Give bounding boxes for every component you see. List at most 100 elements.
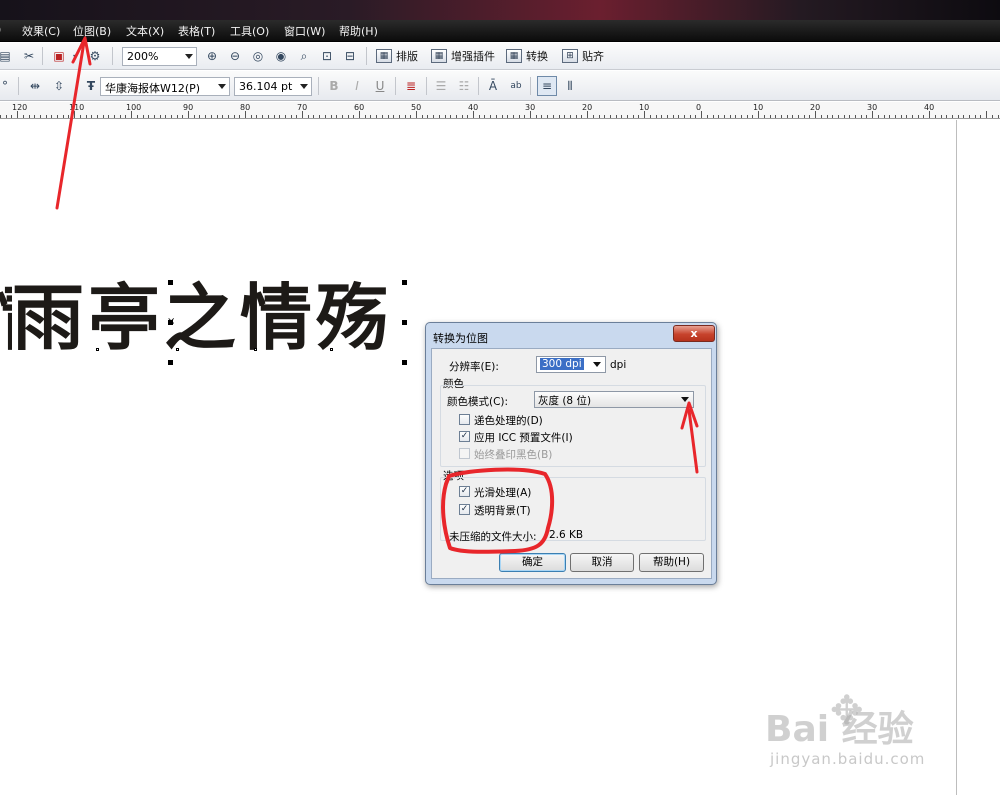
menu-text[interactable]: 文本(X)	[126, 23, 164, 39]
ruler-tick	[576, 115, 577, 118]
selection-handle[interactable]	[402, 360, 407, 365]
art-text-fragment: 情	[0, 278, 12, 358]
ruler-tick	[108, 115, 109, 118]
horizontal-ruler[interactable]: 120 110 100 90 80 70 60 50 40 30 20 10 0 10 20 30 40	[0, 102, 1000, 119]
ruler-tick	[986, 111, 987, 118]
menu-fragment[interactable]: )	[0, 23, 1, 36]
artistic-text-object[interactable]: 情雨亭之情殇	[0, 278, 392, 358]
selection-handle[interactable]	[168, 360, 173, 365]
anti-aliasing-checkbox[interactable]: ✓	[459, 486, 470, 497]
ruler-tick	[245, 111, 246, 118]
ruler-tick	[513, 115, 514, 118]
page-border	[956, 120, 957, 795]
menu-bitmaps[interactable]: 位图(B)	[73, 23, 111, 39]
selection-handle[interactable]	[168, 280, 173, 285]
title-strip	[0, 0, 1000, 20]
character-node[interactable]	[176, 348, 179, 351]
ruler-tick	[616, 115, 617, 118]
character-node[interactable]	[254, 348, 257, 351]
menu-window[interactable]: 窗口(W)	[284, 23, 325, 39]
ruler-tick	[884, 115, 885, 118]
ruler-tick	[165, 115, 166, 118]
help-button[interactable]: 帮助(H)	[639, 553, 704, 572]
character-node[interactable]	[330, 348, 333, 351]
ok-button[interactable]: 确定	[499, 553, 566, 572]
ruler-tick	[313, 115, 314, 118]
menu-tools[interactable]: 工具(O)	[230, 23, 269, 39]
vertical-text-icon[interactable]: ⦀	[561, 77, 579, 95]
convert-button[interactable]: ▦ 转换	[506, 46, 548, 66]
cancel-button[interactable]: 取消	[570, 553, 634, 572]
ruler-tick	[718, 115, 719, 118]
ruler-tick	[656, 115, 657, 118]
toolbar-separator	[395, 77, 396, 95]
zoom-selected-icon[interactable]: ◎	[249, 47, 267, 65]
resolution-combo[interactable]: 300 dpi	[536, 356, 606, 373]
menu-help[interactable]: 帮助(H)	[339, 23, 378, 39]
zoom-all-icon[interactable]: ◉	[272, 47, 290, 65]
plugin-icon: ▦	[431, 49, 447, 63]
selection-handle[interactable]	[402, 320, 407, 325]
color-mode-value: 灰度 (8 位)	[538, 395, 592, 407]
zoom-in-icon[interactable]: ⊕	[203, 47, 221, 65]
ruler-tick	[331, 115, 332, 118]
zoom-page-icon[interactable]: ⌕	[295, 47, 313, 65]
welcome-icon[interactable]: ⚙	[86, 47, 104, 65]
ruler-tick	[895, 115, 896, 118]
dithered-checkbox[interactable]	[459, 414, 470, 425]
mirror-vertical-icon[interactable]: ⇳	[50, 77, 68, 95]
ruler-tick	[707, 115, 708, 118]
ruler-tick	[633, 115, 634, 118]
snap-button[interactable]: ⊞ 贴齐	[562, 46, 604, 66]
color-mode-combo[interactable]: 灰度 (8 位)	[534, 391, 694, 408]
zoom-level-combo[interactable]: 200%	[122, 47, 197, 66]
drop-cap-icon[interactable]: ☷	[455, 77, 473, 95]
zoom-out-icon[interactable]: ⊖	[226, 47, 244, 65]
launcher-dropdown-icon[interactable]: ▾	[66, 47, 84, 65]
font-name-combo[interactable]: 华康海报体W12(P)	[100, 77, 230, 96]
bullet-list-icon[interactable]: ☰	[432, 77, 450, 95]
selection-handle[interactable]	[402, 280, 407, 285]
ruler-tick	[599, 115, 600, 118]
character-node[interactable]	[96, 348, 99, 351]
angle-icon[interactable]: °	[0, 77, 14, 95]
ruler-tick	[239, 115, 240, 118]
ruler-tick	[730, 115, 731, 118]
edit-text-icon[interactable]: ab	[507, 77, 525, 95]
zoom-width-icon[interactable]: ⊡	[318, 47, 336, 65]
cut-icon[interactable]: ✂	[20, 47, 38, 65]
ruler-tick	[861, 115, 862, 118]
dialog-body: 分辨率(E): 300 dpi dpi 颜色 颜色模式(C): 灰度 (8 位)…	[431, 348, 712, 579]
plugins-button[interactable]: ▦ 增强插件	[431, 46, 495, 66]
text-properties-icon[interactable]: Ā	[484, 77, 502, 95]
ruler-tick	[393, 115, 394, 118]
print-icon[interactable]: ▤	[0, 47, 14, 65]
text-align-icon[interactable]: ≣	[402, 77, 420, 95]
font-size-combo[interactable]: 36.104 pt	[234, 77, 312, 96]
menu-effects[interactable]: 效果(C)	[22, 23, 60, 39]
ruler-tick	[251, 115, 252, 118]
italic-icon[interactable]: I	[348, 77, 366, 95]
ruler-tick	[353, 115, 354, 118]
menu-table[interactable]: 表格(T)	[178, 23, 215, 39]
ruler-tick	[941, 115, 942, 118]
baidu-paw-icon: ✥	[830, 688, 864, 734]
underline-icon[interactable]: U	[371, 77, 389, 95]
mirror-horizontal-icon[interactable]: ⇹	[26, 77, 44, 95]
resolution-label: 分辨率(E):	[449, 361, 499, 373]
ruler-tick	[382, 115, 383, 118]
apply-icc-checkbox[interactable]: ✓	[459, 431, 470, 442]
layout-button[interactable]: ▦ 排版	[376, 46, 418, 66]
rotation-center-icon[interactable]: ×	[167, 316, 175, 327]
transparent-background-checkbox[interactable]: ✓	[459, 504, 470, 515]
zoom-height-icon[interactable]: ⊟	[341, 47, 359, 65]
ruler-tick	[388, 115, 389, 118]
ruler-tick	[678, 115, 679, 118]
ruler-tick	[51, 115, 52, 118]
overprint-black-checkbox[interactable]	[459, 448, 470, 459]
bold-icon[interactable]: B	[325, 77, 343, 95]
overprint-black-label: 始终叠印黑色(B)	[474, 449, 553, 461]
ruler-tick	[701, 111, 702, 118]
horizontal-text-icon[interactable]: ≡	[537, 76, 557, 96]
dialog-close-button[interactable]: x	[673, 325, 715, 342]
